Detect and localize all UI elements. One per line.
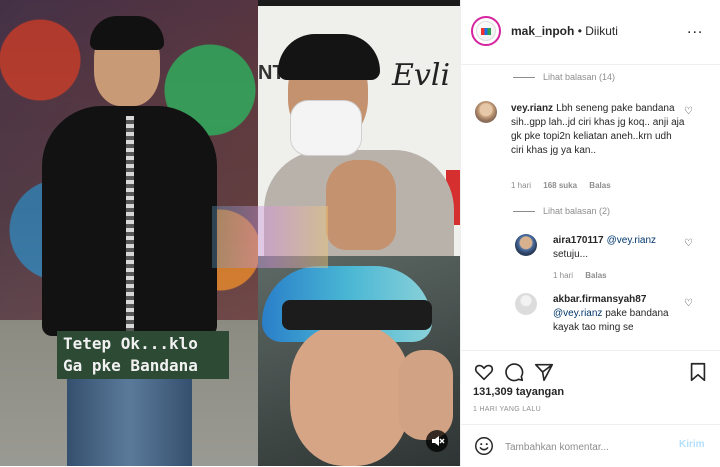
- comment-username[interactable]: vey.rianz: [511, 103, 553, 114]
- post-date[interactable]: 1 HARI YANG LALU: [473, 406, 541, 413]
- person-photo-left: [42, 16, 217, 466]
- view-count[interactable]: 131,309 tayangan: [473, 386, 564, 398]
- reply-button[interactable]: Balas: [589, 181, 610, 190]
- post-header: mak_inpoh • Diikuti ...: [461, 0, 720, 65]
- transition-overlay: [212, 206, 328, 268]
- person-top-cap: [278, 34, 380, 80]
- view-replies-label: Lihat balasan (2): [543, 206, 611, 216]
- avatar-logo: [476, 21, 496, 41]
- reply: aira170117 @vey.rianz setuju...: [553, 234, 683, 262]
- video-caption: Tetep Ok...klo Ga pke Bandana: [57, 331, 229, 379]
- like-reply-icon[interactable]: ♡: [684, 238, 693, 249]
- reply-mention[interactable]: @vey.rianz: [607, 235, 656, 246]
- replies-line: [513, 211, 535, 213]
- person-bottom-hand: [398, 350, 453, 440]
- caption-line-1: Tetep Ok...klo: [63, 334, 198, 353]
- comment: vey.rianz Lbh seneng pake bandana sih..gp…: [511, 102, 687, 158]
- account-header-line: mak_inpoh • Diikuti: [511, 24, 618, 38]
- save-bookmark-icon[interactable]: [687, 361, 709, 383]
- share-send-icon[interactable]: [533, 361, 555, 383]
- account-username[interactable]: mak_inpoh: [511, 24, 574, 38]
- view-replies-label: Lihat balasan (14): [543, 72, 616, 82]
- bandana: [282, 300, 432, 330]
- reply-mention[interactable]: @vey.rianz: [553, 308, 602, 319]
- replies-line: [513, 77, 535, 79]
- follow-status[interactable]: Diikuti: [585, 24, 618, 38]
- face-mask: [290, 100, 362, 156]
- comment-likes[interactable]: 168 suka: [543, 181, 577, 190]
- post-sidebar: mak_inpoh • Diikuti ... Lihat balasan (1…: [460, 0, 720, 466]
- post-actions: 131,309 tayangan 1 HARI YANG LALU: [461, 350, 720, 423]
- hoodie-zipper: [126, 116, 134, 336]
- logo-stripes-icon: [481, 28, 491, 35]
- comment-bubble-icon[interactable]: [503, 361, 525, 383]
- instagram-post: Tetep Ok...klo Ga pke Bandana NT Evli ma…: [0, 0, 720, 466]
- hair: [90, 16, 164, 50]
- reply: akbar.firmansyah87 @vey.rianz pake banda…: [553, 293, 683, 335]
- poster-text: Evli: [392, 58, 451, 93]
- comment-avatar[interactable]: [475, 101, 497, 123]
- comment-time: 1 hari: [511, 181, 532, 190]
- comment-composer: Kirim: [461, 424, 720, 467]
- person-bottom-face: [290, 326, 410, 466]
- view-replies-button[interactable]: Lihat balasan (14): [513, 72, 615, 82]
- reply-avatar[interactable]: [515, 293, 537, 315]
- view-replies-button[interactable]: Lihat balasan (2): [513, 206, 610, 216]
- emoji-icon[interactable]: [473, 435, 495, 457]
- header-separator: •: [577, 24, 582, 38]
- like-reply-icon[interactable]: ♡: [684, 298, 693, 309]
- like-heart-icon[interactable]: [473, 361, 495, 383]
- reply-time: 1 hari: [553, 271, 574, 280]
- reply-avatar[interactable]: [515, 234, 537, 256]
- reply-meta: 1 hari Balas: [553, 271, 617, 280]
- post-comment-button[interactable]: Kirim: [679, 439, 705, 450]
- caption-line-2: Ga pke Bandana: [63, 356, 198, 375]
- mute-icon[interactable]: [426, 430, 448, 452]
- comment-input[interactable]: [503, 437, 667, 457]
- speaker-muted-icon: [432, 436, 445, 446]
- reply-button[interactable]: Balas: [585, 271, 606, 280]
- comment-meta: 1 hari 168 suka Balas: [511, 181, 621, 190]
- reply-body: setuju...: [553, 249, 589, 260]
- person-top-hand: [326, 160, 396, 250]
- reply-username[interactable]: aira170117: [553, 235, 604, 246]
- account-avatar[interactable]: [471, 16, 501, 46]
- more-options-icon[interactable]: ...: [687, 20, 703, 38]
- comments-list[interactable]: Lihat balasan (14) vey.rianz Lbh seneng p…: [461, 64, 720, 350]
- reply-username[interactable]: akbar.firmansyah87: [553, 294, 646, 305]
- like-comment-icon[interactable]: ♡: [684, 106, 693, 117]
- post-media[interactable]: Tetep Ok...klo Ga pke Bandana NT Evli: [0, 0, 460, 466]
